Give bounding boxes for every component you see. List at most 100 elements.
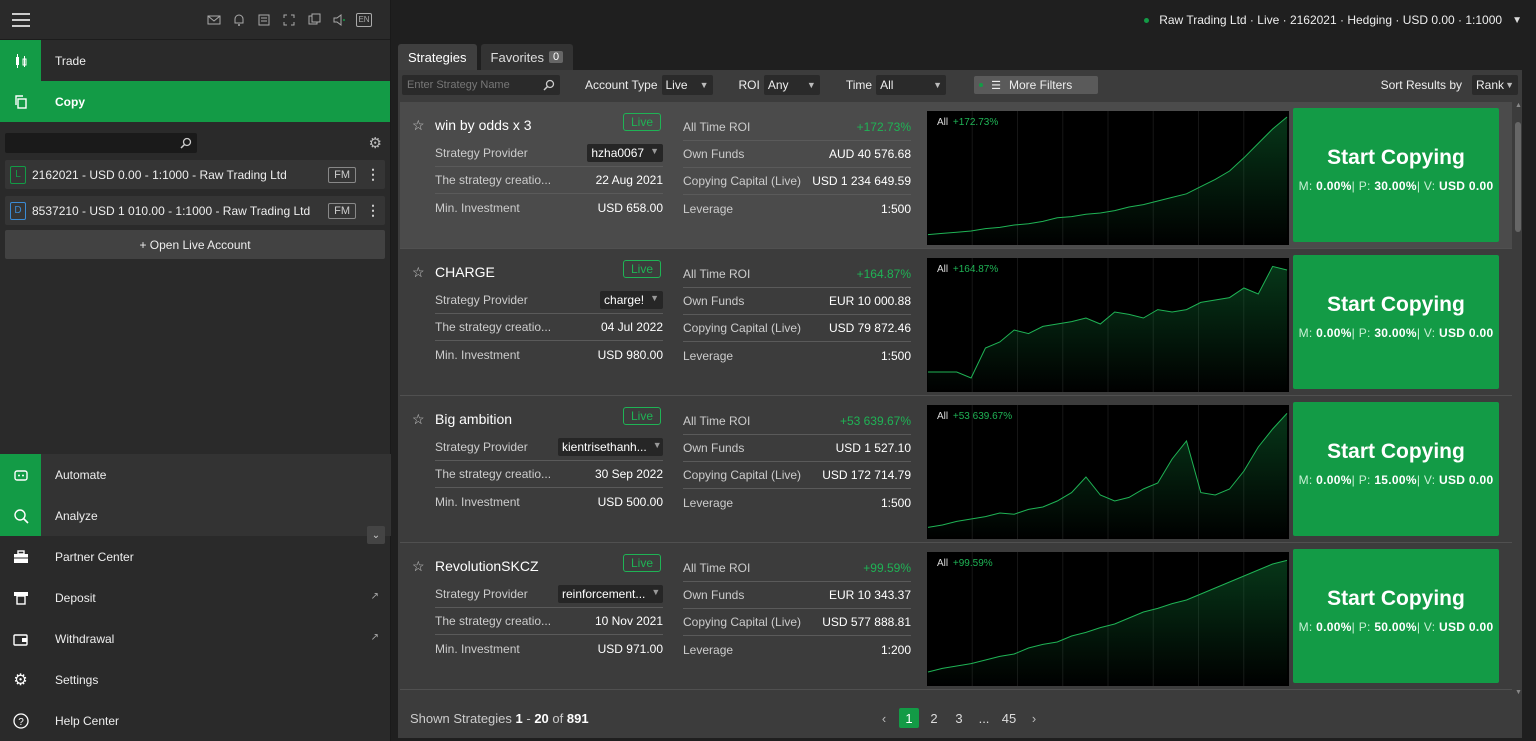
account-search-input[interactable] (5, 133, 197, 153)
provider-select[interactable]: hzha0067 ▼ (587, 144, 663, 162)
provider-select[interactable]: reinforcement... ▼ (558, 585, 663, 603)
page-button[interactable]: 1 (899, 708, 919, 728)
chart-roi-label: +172.73% (952, 117, 999, 128)
chevron-down-icon: ▼ (699, 80, 709, 90)
nav-item-analyze[interactable]: Analyze (0, 495, 391, 536)
min-investment-value: USD 500.00 (597, 494, 663, 509)
open-live-account-button[interactable]: + Open Live Account (5, 230, 385, 259)
nav-item-settings[interactable]: ⚙ Settings (0, 659, 391, 700)
equity-chart[interactable]: All +164.87% (927, 258, 1289, 392)
detail-label: Copying Capital (Live) (683, 468, 802, 482)
detail-label: All Time ROI (683, 267, 751, 281)
nav-item-withdrawal[interactable]: Withdrawal ↗ (0, 618, 391, 659)
star-icon[interactable]: ☆ (412, 264, 425, 281)
calculator-icon[interactable] (256, 13, 272, 27)
gear-icon[interactable]: ⚙ (369, 134, 382, 152)
page-button[interactable]: 2 (924, 708, 944, 728)
roi-select[interactable]: Any ▼ (763, 75, 820, 95)
nav-item-partner-center[interactable]: Partner Center (0, 536, 391, 577)
chart-roi-label: +164.87% (952, 264, 999, 275)
nav-item-automate[interactable]: Automate (0, 454, 391, 495)
detail-row: All Time ROI +164.87% (683, 261, 911, 288)
fullscreen-icon[interactable] (281, 13, 297, 27)
detail-row: Own Funds EUR 10 343.37 (683, 582, 911, 609)
star-icon[interactable]: ☆ (412, 117, 425, 134)
provider-select[interactable]: kientrisethanh... ▼ (558, 438, 663, 456)
start-copying-button[interactable]: Start Copying M: 0.00%| P: 50.00%| V: US… (1293, 549, 1499, 683)
scrollbar[interactable]: ▲ ▼ (1514, 102, 1522, 696)
sort-select[interactable]: Rank ▼ (1472, 75, 1518, 95)
strategy-name[interactable]: RevolutionSKCZ (435, 558, 539, 574)
nav-item-copy[interactable]: Copy (0, 81, 390, 122)
tab-strategies[interactable]: Strategies (398, 44, 477, 70)
language-selector[interactable]: EN (356, 12, 372, 27)
detail-row: Own Funds AUD 40 576.68 (683, 141, 911, 168)
active-account-info[interactable]: Raw Trading Ltd · Live · 2162021 · Hedgi… (1159, 13, 1502, 27)
chevron-down-icon[interactable]: ⌄ (367, 526, 385, 544)
sidebar-top-bar: EN (0, 0, 390, 40)
nav-label-settings: Settings (55, 672, 99, 687)
tab-favorites[interactable]: Favorites 0 (480, 44, 574, 70)
detail-label: The strategy creatio... (435, 320, 552, 334)
more-filters-label: More Filters (1008, 78, 1073, 92)
star-icon[interactable]: ☆ (412, 558, 425, 575)
nav-item-deposit[interactable]: Deposit ↗ (0, 577, 391, 618)
prev-page-icon[interactable]: ‹ (874, 711, 894, 726)
scrollbar-thumb[interactable] (1515, 122, 1521, 232)
page-button[interactable]: 45 (999, 708, 1019, 728)
equity-chart-svg (927, 111, 1288, 245)
fm-tag[interactable]: FM (328, 166, 356, 183)
time-select[interactable]: All ▼ (876, 75, 947, 95)
scroll-up-icon[interactable]: ▲ (1515, 102, 1522, 109)
scroll-down-icon[interactable]: ▼ (1515, 689, 1522, 696)
account-row[interactable]: L 2162021 - USD 0.00 - 1:1000 - Raw Trad… (5, 160, 385, 189)
strategy-tabs: Strategies Favorites 0 (398, 44, 574, 70)
kebab-menu-icon[interactable]: ⋮ (366, 202, 380, 219)
strategy-name[interactable]: Big ambition (435, 411, 512, 427)
copying-capital-value: USD 79 872.46 (828, 321, 911, 335)
mail-icon[interactable] (206, 13, 222, 27)
strategy-card[interactable]: ☆ CHARGE Live Strategy Provider charge! ▼… (400, 249, 1512, 396)
nav-item-trade[interactable]: Trade (0, 40, 390, 81)
chevron-down-icon[interactable]: ▼ (1512, 15, 1522, 26)
fm-tag[interactable]: FM (328, 202, 356, 219)
detail-row: Own Funds EUR 10 000.88 (683, 288, 911, 315)
start-copying-button[interactable]: Start Copying M: 0.00%| P: 30.00%| V: US… (1293, 108, 1499, 242)
more-filters-button[interactable]: ☰ More Filters (974, 76, 1099, 94)
strategies-panel: Enter Strategy Name Account Type Live ▼ R… (398, 70, 1522, 738)
account-type-select[interactable]: Live ▼ (661, 75, 713, 95)
detail-label: Strategy Provider (435, 293, 528, 307)
windows-icon[interactable] (306, 13, 322, 27)
of-label: of (552, 710, 564, 726)
tab-label: Strategies (408, 49, 467, 65)
detail-row: Copying Capital (Live) USD 1 234 649.59 (683, 168, 911, 195)
strategy-card[interactable]: ☆ win by odds x 3 Live Strategy Provider… (400, 102, 1512, 249)
nav-label-copy: Copy (55, 94, 85, 109)
account-row[interactable]: D 8537210 - USD 1 010.00 - 1:1000 - Raw … (5, 196, 385, 225)
equity-chart[interactable]: All +172.73% (927, 111, 1289, 245)
equity-chart[interactable]: All +99.59% (927, 552, 1289, 686)
strategy-name[interactable]: win by odds x 3 (435, 117, 532, 133)
provider-select[interactable]: charge! ▼ (600, 291, 663, 309)
tab-label: Favorites (490, 49, 545, 65)
strategy-name[interactable]: CHARGE (435, 264, 495, 280)
kebab-menu-icon[interactable]: ⋮ (366, 166, 380, 183)
strategy-search-input[interactable]: Enter Strategy Name (402, 75, 560, 95)
start-copying-button[interactable]: Start Copying M: 0.00%| P: 15.00%| V: US… (1293, 402, 1499, 536)
strategy-card[interactable]: ☆ Big ambition Live Strategy Provider ki… (400, 396, 1512, 543)
briefcase-icon (0, 536, 41, 577)
nav-item-help-center[interactable]: ? Help Center (0, 700, 391, 741)
detail-label: Strategy Provider (435, 587, 528, 601)
sound-icon[interactable] (331, 13, 347, 27)
star-icon[interactable]: ☆ (412, 411, 425, 428)
equity-chart[interactable]: All +53 639.67% (927, 405, 1289, 539)
alert-bell-icon[interactable] (231, 13, 247, 27)
strategy-info: ☆ CHARGE Live Strategy Provider charge! ▼… (400, 249, 922, 395)
start-copying-button[interactable]: Start Copying M: 0.00%| P: 30.00%| V: US… (1293, 255, 1499, 389)
nav-label-help-center: Help Center (55, 713, 120, 728)
strategy-card[interactable]: ☆ RevolutionSKCZ Live Strategy Provider … (400, 543, 1512, 690)
hamburger-menu-icon[interactable] (12, 12, 30, 27)
roi-value: +172.73% (856, 120, 911, 134)
page-button[interactable]: 3 (949, 708, 969, 728)
next-page-icon[interactable]: › (1024, 711, 1044, 726)
